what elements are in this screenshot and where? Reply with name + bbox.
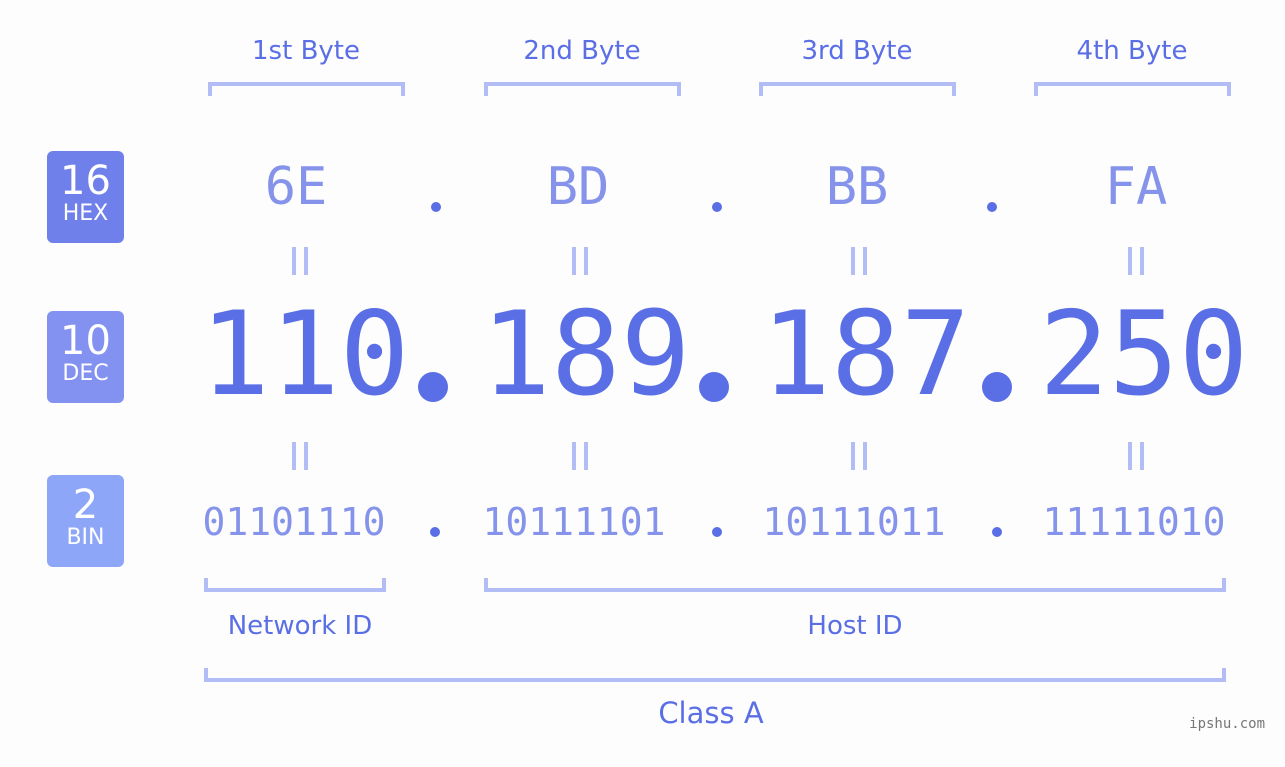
hex-badge-base: 16 [60,158,111,204]
equals-icon [1128,247,1144,275]
dec-octet-1: 110 [200,287,410,422]
equals-icon [1128,442,1144,470]
network-id-label: Network ID [227,611,373,641]
bin-badge-unit: BIN [66,525,105,550]
hex-separator-dot [987,202,997,212]
hex-octet-1: 6E [264,157,328,217]
dec-octet-3: 187 [761,287,971,422]
hex-octet-2: BD [546,157,610,217]
host-id-bracket [484,578,1226,592]
hex-separator-dot [712,202,722,212]
dec-separator-dot [699,372,729,402]
hex-separator-dot [431,202,441,212]
equals-icon [572,247,588,275]
host-id-label: Host ID [807,611,903,641]
dec-badge: 10 DEC [47,311,124,403]
hex-octet-4: FA [1104,157,1168,217]
network-id-bracket [204,578,386,592]
bin-badge-base: 2 [72,482,99,528]
bin-octet-3: 10111011 [762,500,946,544]
bin-octet-2: 10111101 [482,500,666,544]
byte-header-1: 1st Byte [252,36,360,66]
class-bracket [204,668,1226,682]
equals-icon [851,442,867,470]
class-label: Class A [658,696,764,730]
bin-separator-dot [712,527,722,537]
byte-header-2: 2nd Byte [523,36,641,66]
bin-separator-dot [992,527,1002,537]
byte-bracket-2 [484,82,681,96]
byte-bracket-3 [759,82,956,96]
bin-octet-4: 11111010 [1042,500,1226,544]
dec-octet-4: 250 [1039,287,1249,422]
equals-icon [292,442,308,470]
hex-badge: 16 HEX [47,151,124,243]
hex-badge-unit: HEX [62,201,109,226]
equals-icon [292,247,308,275]
dec-separator-dot [418,372,448,402]
bin-badge: 2 BIN [47,475,124,567]
bin-separator-dot [430,527,440,537]
watermark: ipshu.com [1189,716,1265,732]
dec-badge-unit: DEC [62,361,109,386]
byte-bracket-1 [208,82,405,96]
byte-header-4: 4th Byte [1076,36,1188,66]
dec-separator-dot [982,372,1012,402]
byte-bracket-4 [1034,82,1231,96]
byte-header-3: 3rd Byte [801,36,913,66]
dec-octet-2: 189 [481,287,691,422]
equals-icon [572,442,588,470]
equals-icon [851,247,867,275]
dec-badge-base: 10 [60,318,111,364]
bin-octet-1: 01101110 [202,500,386,544]
hex-octet-3: BB [825,157,889,217]
